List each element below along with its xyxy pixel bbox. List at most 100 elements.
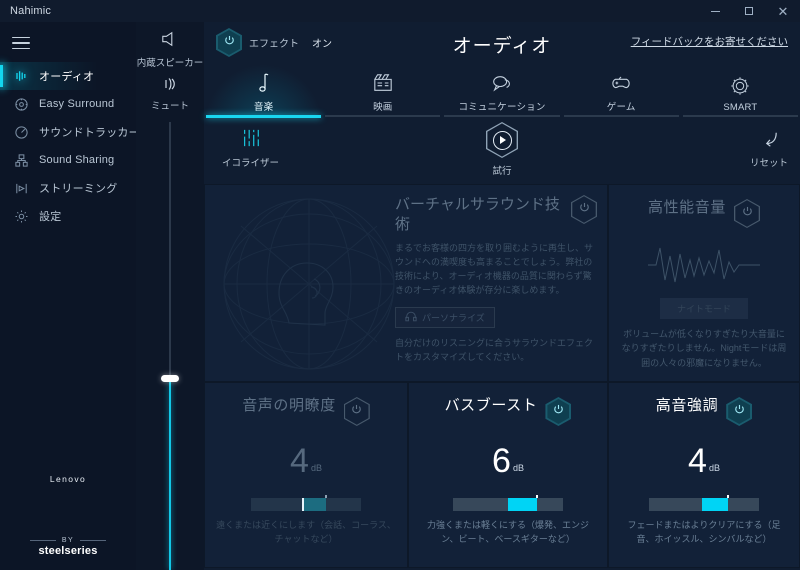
cards-row-bottom: 音声の明瞭度 4 dB 遠くまたは近くにします（会話、コーラス、チャットなど） …: [204, 382, 800, 568]
tab-music[interactable]: 音楽: [204, 64, 324, 118]
tab-label: コミュニケーション: [458, 102, 546, 113]
card-voice-clarity[interactable]: 音声の明瞭度 4 dB 遠くまたは近くにします（会話、コーラス、チャットなど）: [204, 382, 408, 568]
tab-smart[interactable]: SMART: [681, 64, 800, 118]
value-unit: dB: [708, 462, 720, 473]
slider-fill: [301, 497, 326, 511]
main-panel: エフェクト オン オーディオ フィードバックをお寄せください 音楽 映画 コミュ…: [204, 22, 800, 570]
voice-clarity-head: 音声の明瞭度: [205, 383, 407, 426]
slider-knob[interactable]: [324, 494, 327, 498]
personalize-label: パーソナライズ: [422, 312, 485, 323]
main-header: エフェクト オン オーディオ フィードバックをお寄せください: [204, 22, 800, 64]
value-number: 6: [492, 442, 511, 480]
volume-slider-handle[interactable]: [161, 374, 179, 382]
smart-volume-head: 高性能音量: [609, 185, 799, 228]
equalizer-button[interactable]: イコライザー: [222, 128, 279, 169]
card-title: バーチャルサラウンド技術: [395, 196, 560, 233]
value-unit: dB: [512, 462, 524, 473]
value-number: 4: [688, 442, 707, 480]
head-in-sphere-icon: [211, 191, 407, 377]
tab-label: ゲーム: [606, 102, 636, 113]
voice-clarity-slider[interactable]: [251, 494, 361, 511]
output-device-name[interactable]: 内蔵スピーカー: [137, 55, 204, 69]
sidebar-item-settings[interactable]: 設定: [0, 202, 136, 230]
card-title: 高性能音量: [647, 199, 726, 216]
mute-waves-icon[interactable]: [161, 76, 179, 97]
sidebar-item-label: サウンドトラッカー: [39, 127, 140, 139]
maximize-button[interactable]: [732, 0, 766, 22]
streaming-icon: [12, 179, 30, 197]
card-treble-enhancer[interactable]: 高音強調 4 dB フェードまたはよりクリアにする（足音、ホイッスル、シンバルな…: [608, 382, 800, 568]
sidebar-item-streaming[interactable]: ストリーミング: [0, 174, 136, 202]
sidebar-item-sound-tracker[interactable]: サウンドトラッカー !: [0, 118, 153, 146]
lenovo-legion-logo: Lenovo LEGION: [0, 474, 800, 570]
sidebar-item-easy-surround[interactable]: Easy Surround: [0, 90, 136, 118]
trial-button[interactable]: 試行: [486, 122, 518, 177]
treble-enhancer-head: 高音強調: [609, 383, 799, 426]
sound-sharing-icon: [12, 151, 30, 169]
trial-label: 試行: [492, 166, 512, 177]
power-icon: [733, 403, 746, 421]
tab-communication[interactable]: コミュニケーション: [442, 64, 561, 118]
card-bass-boost[interactable]: バスブースト 6 dB 力強くまたは軽くにする（爆発、エンジン、ビート、ベースギ…: [408, 382, 608, 568]
tab-movie[interactable]: 映画: [323, 64, 442, 118]
speech-bubble-icon: [490, 70, 514, 96]
power-icon: [350, 403, 363, 421]
card-smart-volume[interactable]: 高性能音量 ナイトモード ボリュームが低くなりすぎたり大音量になりすぎたりしませ…: [608, 184, 800, 382]
play-icon: [486, 122, 518, 158]
bass-boost-slider[interactable]: [453, 494, 563, 511]
treble-enhancer-slider[interactable]: [649, 494, 759, 511]
sidebar-item-label: Sound Sharing: [39, 154, 115, 166]
lenovo-wordmark: Lenovo: [49, 474, 87, 484]
tab-game[interactable]: ゲーム: [562, 64, 681, 118]
reset-arrow-icon: [758, 130, 780, 153]
nahimic-logo: Nahimic BY steelseries: [0, 534, 800, 570]
value-unit: dB: [310, 462, 322, 473]
treble-enhancer-power-button[interactable]: [726, 397, 753, 426]
volume-slider[interactable]: [161, 122, 179, 570]
bass-boost-description: 力強くまたは軽くにする（爆発、エンジン、ビート、ベースギターなど）: [426, 519, 590, 544]
card-virtual-surround[interactable]: バーチャルサラウンド技術 まるでお客様の四方を取り囲むように再生し、サウンドへの…: [204, 184, 608, 382]
minimize-button[interactable]: [698, 0, 732, 22]
treble-enhancer-description: フェードまたはよりクリアにする（足音、ホイッスル、シンバルなど）: [627, 519, 781, 544]
cards-row-top: バーチャルサラウンド技術 まるでお客様の四方を取り囲むように再生し、サウンドへの…: [204, 184, 800, 382]
value-number: 4: [290, 442, 309, 480]
night-mode-button[interactable]: ナイトモード: [660, 298, 748, 319]
minimize-icon: [710, 10, 720, 12]
by-label: BY: [61, 537, 75, 544]
smart-volume-power-button[interactable]: [734, 199, 760, 228]
equalizer-icon: [240, 128, 262, 153]
power-icon: [223, 34, 236, 52]
by-divider: BY: [0, 537, 136, 544]
steelseries-wordmark: steelseries: [38, 545, 98, 557]
feedback-link[interactable]: フィードバックをお寄せください: [631, 34, 788, 49]
bass-boost-power-button[interactable]: [545, 397, 572, 426]
slider-fill: [508, 497, 537, 511]
bass-boost-value-row: 6 dB: [409, 442, 607, 480]
nahimic-window: Nahimic ✕ オーディオ Easy Surround サウンドトラッカー …: [0, 0, 800, 570]
surround-content: バーチャルサラウンド技術 まるでお客様の四方を取り囲むように再生し、サウンドへの…: [395, 195, 601, 365]
reset-button[interactable]: リセット: [750, 130, 788, 169]
sidebar-item-sound-sharing[interactable]: Sound Sharing: [0, 146, 136, 174]
power-icon: [552, 403, 565, 421]
speaker-icon[interactable]: [159, 30, 181, 53]
action-bar: イコライザー 試行 リセット: [204, 118, 800, 184]
slider-knob[interactable]: [535, 494, 538, 498]
personalize-button[interactable]: パーソナライズ: [395, 306, 495, 328]
surround-power-button[interactable]: [571, 195, 597, 224]
tab-label: 映画: [373, 102, 393, 113]
sidebar-item-audio[interactable]: オーディオ: [0, 62, 136, 90]
hamburger-icon[interactable]: [8, 32, 34, 54]
gear-icon: [12, 207, 30, 225]
mute-label[interactable]: ミュート: [151, 98, 189, 112]
surround-target-icon: [12, 95, 30, 113]
close-icon: ✕: [777, 3, 789, 19]
power-icon: [578, 201, 591, 219]
sidebar: オーディオ Easy Surround サウンドトラッカー Sound Shar…: [0, 22, 800, 570]
title-bar: Nahimic ✕: [0, 0, 800, 22]
close-button[interactable]: ✕: [766, 0, 800, 22]
card-title: 高音強調: [655, 397, 719, 414]
slider-knob[interactable]: [727, 494, 730, 498]
sidebar-item-label: Easy Surround: [39, 98, 115, 110]
smart-gear-icon: [729, 73, 751, 99]
voice-clarity-power-button[interactable]: [343, 397, 370, 426]
